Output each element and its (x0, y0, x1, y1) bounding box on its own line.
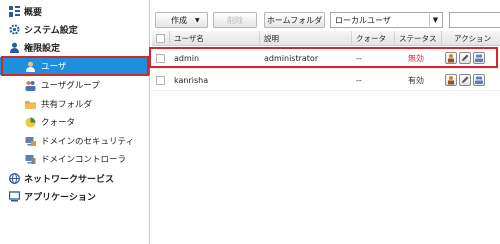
delete-button-label: 削除 (227, 15, 243, 25)
table-header: ユーザ名 説明 クォータ ステータス アクション (152, 31, 500, 46)
column-header-username[interactable]: ユーザ名 (170, 31, 260, 46)
main-panel: 作成 ▼ 削除 ホームフォルダ ローカルユーザ ▼ ユーザ名 説明 クォータ ス… (150, 0, 500, 244)
sidebar-item-label: ドメインコントローラ (41, 155, 127, 165)
sidebar-item-label: ユーザグループ (41, 81, 100, 91)
username-cell: kanrisha (174, 75, 209, 85)
column-header-quota[interactable]: クォータ (352, 31, 395, 46)
gear-icon (9, 24, 20, 35)
sidebar-item-label: 概要 (24, 7, 43, 18)
user-type-select-value: ローカルユーザ (335, 15, 391, 25)
sidebar-item-label: アプリケーション (24, 192, 96, 203)
user-icon (9, 42, 20, 53)
row-checkbox-cell (152, 69, 170, 91)
select-all-checkbox[interactable] (156, 34, 165, 43)
quota-cell: -- (356, 75, 362, 85)
column-header-actions: アクション (454, 34, 492, 43)
description-cell (260, 69, 352, 91)
user-type-select[interactable]: ローカルユーザ ▼ (330, 12, 443, 28)
quota-icon (25, 117, 36, 128)
sidebar-item-permissions[interactable]: 権限設定 (0, 38, 150, 56)
home-folder-button[interactable]: ホームフォルダ (264, 12, 325, 28)
sidebar-item-network-services[interactable]: ネットワークサービス (0, 169, 150, 187)
sidebar-item-user-groups[interactable]: ユーザグループ (0, 76, 150, 94)
search-input[interactable] (449, 12, 500, 28)
sidebar-item-shared-folders[interactable]: 共有フォルダ (0, 95, 150, 113)
sidebar-item-domain-controller[interactable]: ドメインコントローラ (0, 150, 150, 168)
sidebar-item-system-settings[interactable]: システム設定 (0, 20, 150, 38)
chevron-down-icon: ▼ (429, 14, 441, 26)
chevron-down-icon: ▼ (195, 16, 200, 24)
sidebar-item-label: クォータ (41, 118, 76, 128)
overview-icon (9, 5, 20, 17)
status-cell: 有効 (408, 75, 424, 85)
sidebar-item-label: ドメインのセキュリティ (41, 137, 134, 147)
folder-icon (25, 99, 36, 110)
sidebar-item-overview[interactable]: 概要 (0, 2, 150, 20)
create-button[interactable]: 作成 ▼ (155, 12, 208, 28)
group-action-icon[interactable] (473, 74, 485, 86)
sidebar-item-quota[interactable]: クォータ (0, 113, 150, 131)
row-checkbox[interactable] (156, 75, 165, 85)
sidebar-item-applications[interactable]: アプリケーション (0, 187, 150, 205)
domain-security-icon (25, 136, 36, 147)
network-icon (9, 172, 20, 184)
column-header-status[interactable]: ステータス (395, 31, 442, 46)
actions-cell (442, 69, 500, 91)
application-icon (8, 190, 21, 202)
select-all-checkbox-cell (152, 31, 170, 46)
sidebar: 概要 システム設定 権限設定 ユーザ ユーザグループ 共有フォルダ クォータ ド… (0, 0, 150, 244)
sidebar-item-label: 共有フォルダ (41, 100, 93, 110)
toolbar: 作成 ▼ 削除 ホームフォルダ ローカルユーザ ▼ (150, 0, 500, 30)
delete-button[interactable]: 削除 (213, 12, 257, 28)
profile-action-icon[interactable] (445, 74, 457, 86)
edit-action-icon[interactable] (459, 74, 471, 86)
home-folder-button-label: ホームフォルダ (266, 15, 323, 25)
sidebar-item-label: システム設定 (24, 25, 78, 36)
sidebar-item-label: ネットワークサービス (24, 174, 115, 185)
domain-controller-icon (25, 154, 36, 165)
row-highlight-box (149, 47, 498, 68)
sidebar-highlight-box (1, 56, 149, 76)
user-group-icon (25, 80, 36, 91)
table-row[interactable]: kanrisha -- 有効 (152, 69, 500, 91)
column-header-description[interactable]: 説明 (260, 31, 352, 46)
sidebar-item-domain-security[interactable]: ドメインのセキュリティ (0, 132, 150, 150)
create-button-label: 作成 (171, 15, 187, 25)
sidebar-item-label: 権限設定 (24, 43, 61, 54)
